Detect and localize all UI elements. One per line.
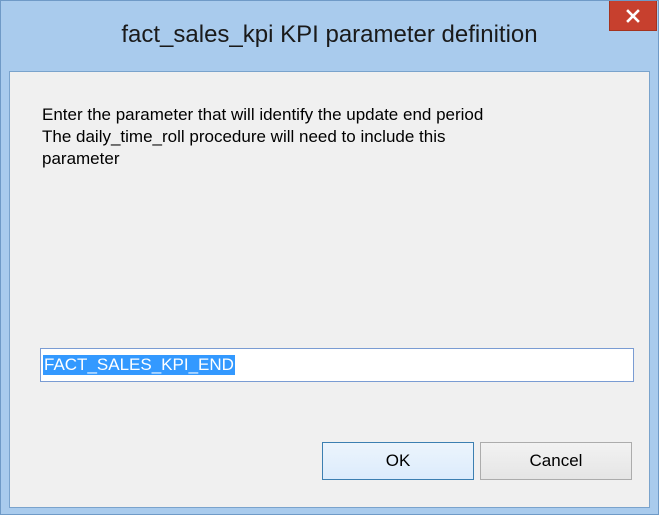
ok-button[interactable]: OK xyxy=(322,442,474,480)
window-title: fact_sales_kpi KPI parameter definition xyxy=(121,21,538,48)
parameter-input[interactable]: FACT_SALES_KPI_END xyxy=(40,348,634,382)
instruction-line: Enter the parameter that will identify t… xyxy=(42,105,484,124)
instruction-line: parameter xyxy=(42,149,120,168)
title-bar[interactable]: fact_sales_kpi KPI parameter definition xyxy=(1,1,658,71)
instruction-line: The daily_time_roll procedure will need … xyxy=(42,127,446,146)
cancel-button[interactable]: Cancel xyxy=(480,442,632,480)
dialog-window: fact_sales_kpi KPI parameter definition … xyxy=(0,0,659,515)
close-button[interactable] xyxy=(609,1,657,31)
parameter-input-value: FACT_SALES_KPI_END xyxy=(43,355,235,375)
dialog-body: Enter the parameter that will identify t… xyxy=(9,71,650,508)
instruction-text: Enter the parameter that will identify t… xyxy=(42,104,622,170)
close-icon xyxy=(626,8,640,23)
